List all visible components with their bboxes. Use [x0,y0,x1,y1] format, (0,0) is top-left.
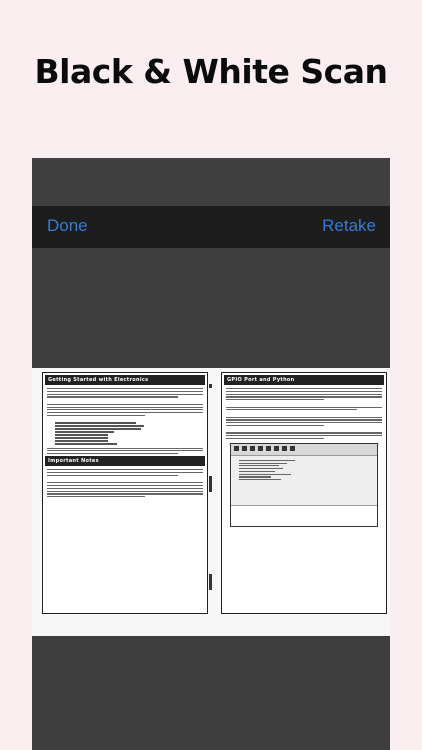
done-button[interactable]: Done [47,216,88,236]
book-spine [207,378,215,628]
left-page-heading: Getting Started with Electronics [45,375,205,385]
retake-button[interactable]: Retake [322,216,376,236]
left-page-notes-block [43,469,207,498]
ide-code-lines [235,458,315,482]
status-bar [32,158,390,206]
right-page-text-block [222,388,386,440]
ide-toolbar [231,444,377,457]
scan-viewer: Getting Started with Electronics Importa… [32,248,390,750]
scan-page-right: GPIO Port and Python [221,372,387,614]
ide-screenshot-figure [230,443,378,528]
scan-page-left: Getting Started with Electronics Importa… [42,372,208,614]
page-title: Black & White Scan [34,52,388,91]
left-page-section-heading: Important Notes [45,456,205,467]
nav-bar: Done Retake [32,206,390,248]
parts-list [55,422,203,445]
ide-shell-panel [231,505,377,527]
phone-screen: Done Retake Getting Started with Electro… [32,158,390,750]
scanned-document[interactable]: Getting Started with Electronics Importa… [32,368,390,636]
right-page-heading: GPIO Port and Python [224,375,384,385]
left-page-text-block [43,388,207,455]
